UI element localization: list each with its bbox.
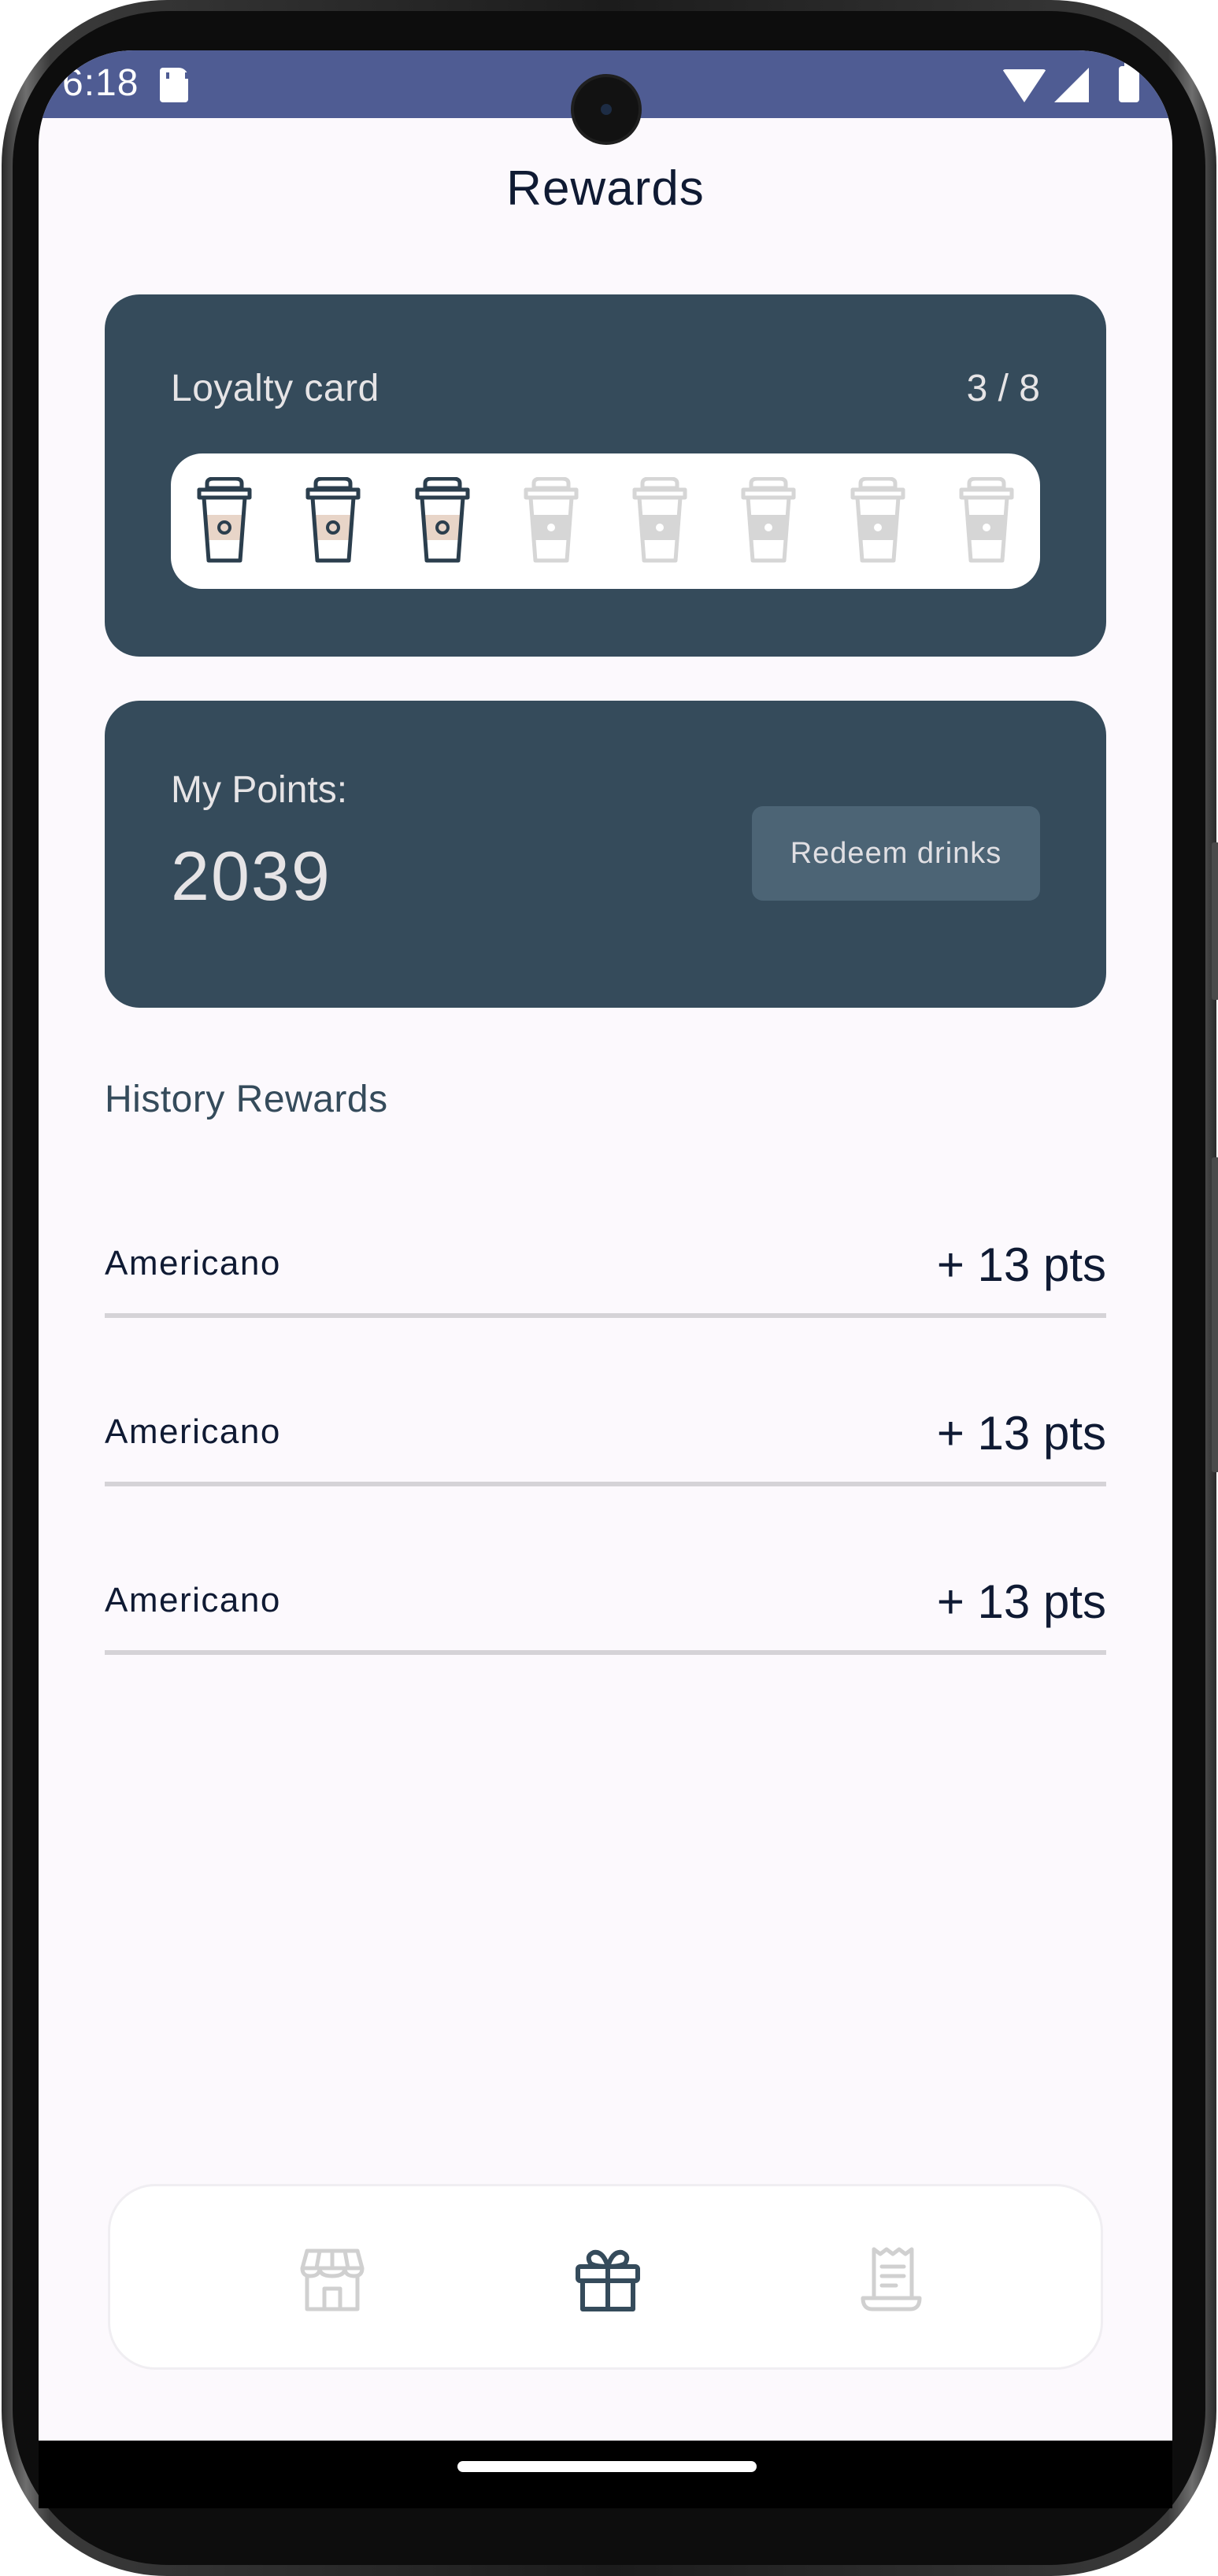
nav-orders[interactable] <box>855 2243 927 2315</box>
coffee-cup-stamp-filled-icon <box>415 477 470 563</box>
history-row: Americano + 13 pts <box>105 1208 1106 1318</box>
coffee-cup-stamp-filled-icon <box>305 477 361 563</box>
history-item-name: Americano <box>105 1412 281 1451</box>
points-label: My Points: <box>171 769 348 811</box>
coffee-cup-stamp-empty-icon <box>632 477 687 563</box>
history-item-name: Americano <box>105 1581 281 1619</box>
phone-frame: 6:18 Rewards Loyalty card 3 / 8 My Point… <box>2 0 1218 2576</box>
home-indicator[interactable] <box>457 2461 757 2472</box>
wifi-icon <box>1002 69 1046 102</box>
history-item-points: + 13 pts <box>936 1238 1106 1291</box>
history-heading: History Rewards <box>105 1079 388 1120</box>
status-icons <box>991 61 1149 104</box>
system-navigation-bar <box>39 2441 1172 2508</box>
points-card: My Points: 2039 Redeem drinks <box>105 701 1106 1008</box>
stamp-strip <box>171 453 1040 589</box>
power-button <box>1212 1157 1218 1472</box>
signal-icon <box>1054 68 1089 102</box>
redeem-drinks-button[interactable]: Redeem drinks <box>752 806 1040 901</box>
loyalty-card-count: 3 / 8 <box>966 368 1040 409</box>
sd-card-icon <box>160 68 188 102</box>
coffee-cup-stamp-empty-icon <box>959 477 1014 563</box>
status-time: 6:18 <box>62 62 139 104</box>
coffee-cup-stamp-filled-icon <box>197 477 252 563</box>
screen: 6:18 Rewards Loyalty card 3 / 8 My Point… <box>39 50 1172 2508</box>
history-item-points: + 13 pts <box>936 1575 1106 1628</box>
nav-store[interactable] <box>296 2243 368 2315</box>
volume-button <box>1212 842 1218 1000</box>
status-bar: 6:18 <box>39 50 1172 142</box>
coffee-cup-stamp-empty-icon <box>524 477 579 563</box>
nav-rewards[interactable] <box>572 2243 644 2315</box>
bottom-nav <box>108 2184 1103 2370</box>
history-row: Americano + 13 pts <box>105 1376 1106 1486</box>
history-item-points: + 13 pts <box>936 1407 1106 1460</box>
history-item-name: Americano <box>105 1244 281 1282</box>
coffee-cup-stamp-empty-icon <box>850 477 905 563</box>
loyalty-card-title: Loyalty card <box>171 368 379 409</box>
gift-icon <box>576 2249 640 2311</box>
history-row: Americano + 13 pts <box>105 1545 1106 1655</box>
coffee-cup-stamp-empty-icon <box>741 477 796 563</box>
front-camera <box>574 77 639 142</box>
points-value: 2039 <box>171 837 331 915</box>
receipt-icon <box>861 2247 922 2311</box>
store-icon <box>300 2248 365 2311</box>
loyalty-card: Loyalty card 3 / 8 <box>105 294 1106 657</box>
page-title: Rewards <box>506 161 705 216</box>
battery-icon <box>1119 61 1139 102</box>
